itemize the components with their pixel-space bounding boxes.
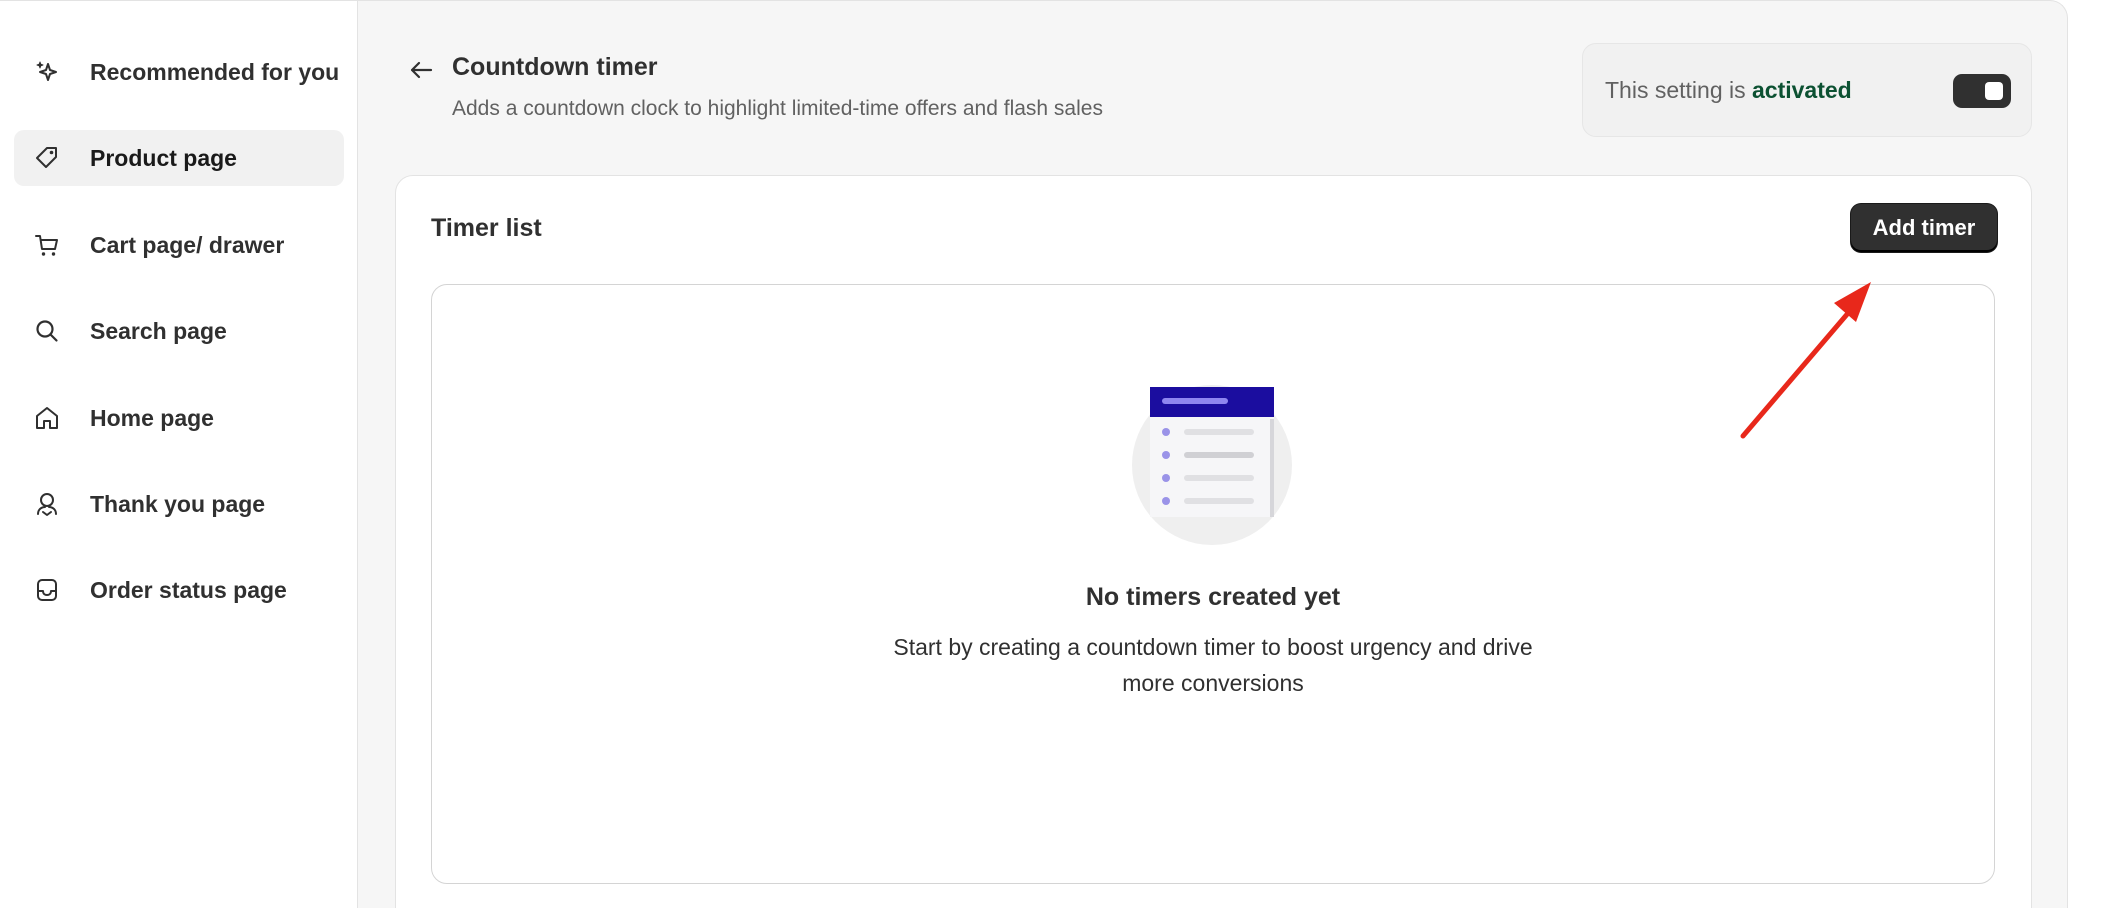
status-value: activated — [1752, 77, 1852, 103]
page-subtitle: Adds a countdown clock to highlight limi… — [452, 97, 1103, 120]
setting-status-box: This setting is activated — [1582, 43, 2032, 137]
sidebar-item-search-page[interactable]: Search page — [14, 303, 344, 359]
cart-icon — [32, 230, 62, 260]
empty-state-panel: No timers created yet Start by creating … — [431, 284, 1995, 884]
empty-state-heading: No timers created yet — [1085, 583, 1341, 611]
toggle-knob — [1985, 82, 2003, 100]
tag-icon — [32, 143, 62, 173]
sidebar-item-thank-you-page[interactable]: Thank you page — [14, 476, 344, 532]
inbox-icon — [32, 575, 62, 605]
app-window: Recommended for you Product page Cart pa… — [0, 0, 2068, 908]
sidebar-item-product-page[interactable]: Product page — [14, 130, 344, 186]
empty-state-text-line-2: more conversions — [1122, 670, 1304, 696]
sidebar-item-recommended[interactable]: Recommended for you — [14, 44, 344, 100]
status-text: This setting is activated — [1605, 77, 1852, 104]
timer-list-title: Timer list — [431, 214, 542, 242]
sidebar-item-label: Thank you page — [90, 490, 266, 517]
sidebar: Recommended for you Product page Cart pa… — [0, 1, 358, 908]
activation-toggle[interactable] — [1953, 74, 2011, 108]
thank-you-icon — [32, 489, 62, 519]
sidebar-item-label: Search page — [90, 317, 227, 344]
sidebar-item-label: Product page — [90, 144, 237, 171]
sidebar-item-order-status-page[interactable]: Order status page — [14, 562, 344, 618]
empty-state-text: Start by creating a countdown timer to b… — [432, 629, 1994, 701]
sidebar-item-label: Cart page/ drawer — [90, 231, 285, 258]
sparkle-icon — [32, 57, 62, 87]
sidebar-item-home-page[interactable]: Home page — [14, 390, 344, 446]
search-icon — [32, 316, 62, 346]
timer-list-card: Timer list Add timer No timers created y… — [395, 175, 2032, 908]
empty-list-illustration — [1132, 385, 1292, 545]
sidebar-item-cart-page[interactable]: Cart page/ drawer — [14, 217, 344, 273]
page-title: Countdown timer — [452, 53, 658, 81]
sidebar-item-label: Recommended for you — [90, 58, 340, 85]
sidebar-item-label: Order status page — [90, 576, 287, 603]
sidebar-item-label: Home page — [90, 404, 214, 431]
add-timer-button[interactable]: Add timer — [1851, 204, 1997, 252]
home-icon — [32, 403, 62, 433]
back-button[interactable] — [404, 53, 438, 87]
status-prefix: This setting is — [1605, 77, 1746, 103]
empty-state-text-line-1: Start by creating a countdown timer to b… — [893, 634, 1533, 660]
arrow-left-icon — [410, 61, 433, 79]
